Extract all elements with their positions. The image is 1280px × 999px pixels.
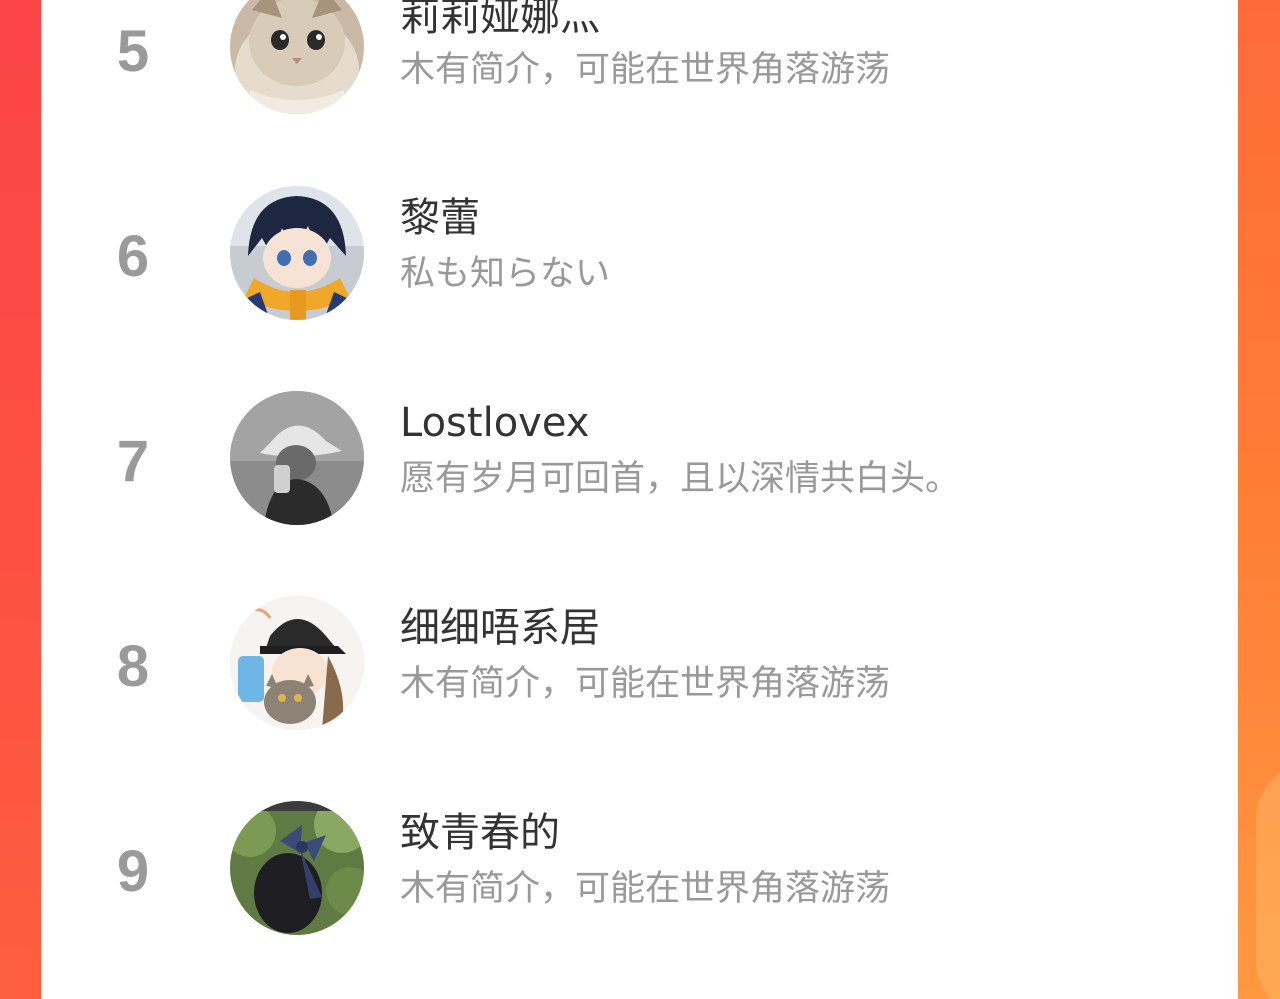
user-bio: 愿有岁月可回首，且以深情共白头。 (400, 459, 961, 499)
user-name: 黎蕾 (400, 195, 480, 241)
ranking-row[interactable]: 5 莉莉娅娜灬 木有简介，可能在世界角落游荡 (41, 0, 1238, 150)
rank-number: 8 (116, 634, 150, 699)
ranking-row[interactable]: 9 致青春的 木有简介，可能在世界角落游荡 (41, 765, 1238, 970)
user-name: Lostlovex (400, 400, 590, 446)
rank-number: 5 (116, 19, 150, 84)
rank-number: 7 (116, 429, 150, 494)
ranking-list: 5 莉莉娅娜灬 木有简介，可能在世界角落游荡 6 黎蕾 私も知らない 7 Los… (41, 0, 1238, 999)
rank-number: 6 (116, 224, 150, 289)
user-name: 莉莉娅娜灬 (400, 0, 600, 40)
ranking-row[interactable]: 8 细细唔系居 木有简介，可能在世界角落游荡 (41, 560, 1238, 765)
user-bio: 私も知らない (400, 254, 611, 294)
cat-photo-avatar[interactable] (230, 0, 364, 114)
hair-bow-photo-avatar[interactable] (230, 801, 364, 935)
user-bio: 木有简介，可能在世界角落游荡 (400, 869, 891, 909)
user-bio: 木有简介，可能在世界角落游荡 (400, 50, 891, 90)
girl-cap-cat-avatar[interactable] (230, 596, 364, 730)
user-name: 细细唔系居 (400, 605, 600, 651)
user-name: 致青春的 (400, 810, 560, 856)
rank-number: 9 (116, 839, 150, 904)
user-bio: 木有简介，可能在世界角落游荡 (400, 664, 891, 704)
ranking-row[interactable]: 6 黎蕾 私も知らない (41, 150, 1238, 355)
background-right-edge (1238, 0, 1280, 999)
ranking-row[interactable]: 7 Lostlovex 愿有岁月可回首，且以深情共白头。 (41, 355, 1238, 560)
anime-boy-scarf-avatar[interactable] (230, 186, 364, 320)
background-left-edge (0, 0, 41, 999)
girl-bucket-hat-avatar[interactable] (230, 391, 364, 525)
